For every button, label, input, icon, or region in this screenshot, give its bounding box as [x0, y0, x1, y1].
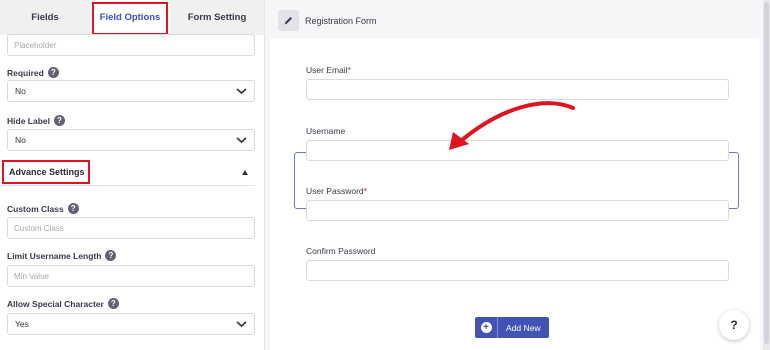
question-icon[interactable]: ?: [53, 115, 65, 126]
chevron-down-icon: [236, 321, 247, 328]
user-password-label: User Password*: [306, 186, 367, 196]
confirm-password-input[interactable]: [306, 260, 729, 281]
pencil-icon: [284, 17, 292, 25]
custom-class-input[interactable]: [7, 217, 255, 239]
add-new-button[interactable]: + Add New: [475, 317, 549, 338]
panel-tabs: Fields Field Options Form Setting: [0, 0, 264, 35]
confirm-password-label-text: Confirm Password: [306, 246, 376, 256]
field-options-panel: Fields Field Options Form Setting Requir…: [0, 0, 265, 350]
allow-special-character-select[interactable]: Yes: [7, 313, 255, 335]
question-icon[interactable]: ?: [105, 250, 117, 261]
hide-label-select[interactable]: No: [7, 129, 255, 151]
required-label: Required: [7, 67, 44, 78]
placeholder-input[interactable]: [7, 34, 255, 56]
confirm-password-label: Confirm Password: [306, 246, 375, 256]
tab-field-options[interactable]: Field Options: [90, 0, 170, 35]
question-icon[interactable]: ?: [107, 298, 119, 309]
required-asterisk: *: [363, 186, 367, 196]
min-value-input[interactable]: [7, 265, 255, 287]
caret-up-icon[interactable]: [242, 170, 248, 175]
required-select-value: No: [15, 86, 26, 96]
username-label: Username: [306, 126, 345, 136]
chevron-down-icon: [236, 88, 247, 95]
curved-arrow-annotation: [449, 101, 575, 150]
question-icon[interactable]: ?: [67, 203, 79, 214]
required-label-row: Required ?: [7, 67, 59, 78]
form-title: Registration Form: [305, 16, 377, 26]
custom-class-row: Custom Class ?: [7, 203, 79, 214]
chevron-down-icon: [236, 137, 247, 144]
scrollbar[interactable]: [763, 0, 770, 350]
allow-special-character-value: Yes: [15, 319, 29, 329]
form-topbar: Registration Form: [265, 0, 770, 38]
required-asterisk: *: [347, 65, 351, 75]
advance-settings-title: Advance Settings: [2, 160, 90, 184]
user-password-input[interactable]: [306, 200, 729, 221]
allow-special-character-label: Allow Special Character: [7, 298, 104, 309]
hide-label-row: Hide Label ?: [7, 115, 65, 126]
hide-label-select-value: No: [15, 135, 26, 145]
advance-settings-header[interactable]: Advance Settings: [0, 158, 255, 186]
form-builder-area: Registration Form User Email* Username U…: [265, 0, 770, 350]
help-button[interactable]: ?: [719, 310, 749, 340]
username-label-text: Username: [306, 126, 346, 136]
custom-class-label: Custom Class: [7, 203, 64, 214]
limit-username-length-row: Limit Username Length ?: [7, 250, 117, 261]
tab-form-setting[interactable]: Form Setting: [170, 0, 264, 35]
edit-form-title-button[interactable]: [278, 10, 299, 31]
required-select[interactable]: No: [7, 80, 255, 102]
user-email-input[interactable]: [306, 79, 729, 100]
question-icon[interactable]: ?: [47, 67, 59, 78]
form-canvas: User Email* Username User Password* Conf…: [270, 38, 760, 350]
tab-fields[interactable]: Fields: [0, 0, 90, 35]
add-new-label: Add New: [506, 322, 541, 333]
user-email-label-text: User Email: [306, 65, 348, 75]
plus-circle-icon: +: [475, 317, 498, 338]
scrollbar-thumb[interactable]: [764, 2, 769, 344]
user-password-label-text: User Password: [306, 186, 364, 196]
hide-label-label: Hide Label: [7, 115, 50, 126]
limit-username-length-label: Limit Username Length: [7, 250, 102, 261]
user-email-label: User Email*: [306, 65, 351, 75]
allow-special-character-row: Allow Special Character ?: [7, 298, 119, 309]
